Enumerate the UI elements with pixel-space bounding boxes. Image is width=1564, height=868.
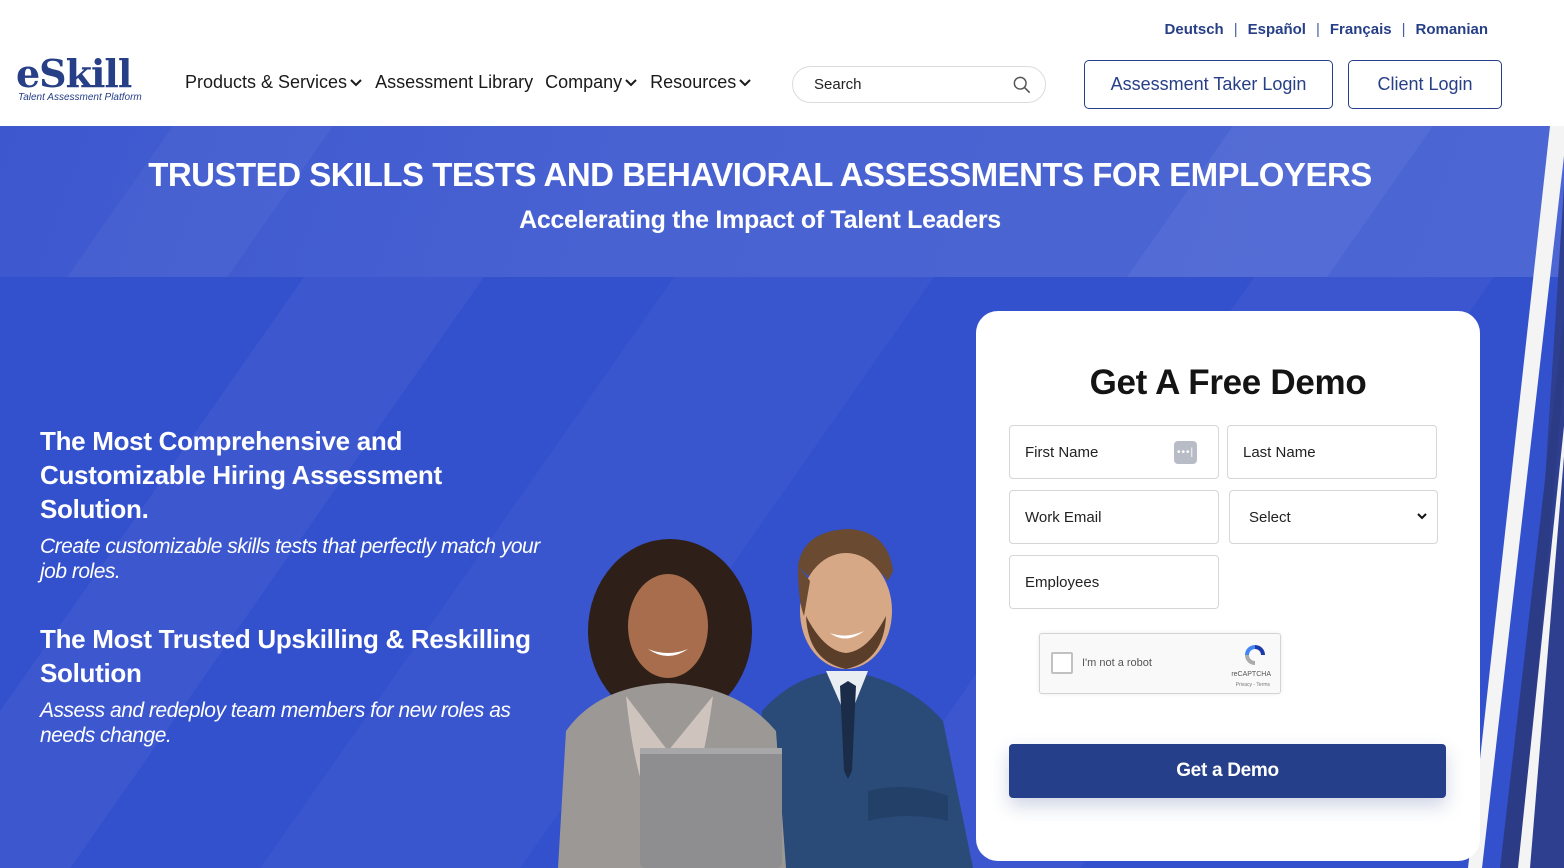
eskill-logo[interactable]: eSkill Talent Assessment Platform (16, 51, 156, 104)
divider: | (1315, 21, 1320, 38)
hero-value-props: The Most Comprehensive and Customizable … (40, 424, 540, 748)
client-login-button[interactable]: Client Login (1348, 60, 1502, 109)
chevron-down-icon (350, 78, 362, 86)
value-prop-heading: The Most Comprehensive and Customizable … (40, 426, 442, 524)
nav-label: Company (545, 72, 623, 92)
select-field: Select (1229, 490, 1438, 544)
employees-input[interactable] (1025, 573, 1218, 591)
value-prop-text: Assess and redeploy team members for new… (40, 699, 511, 747)
divider: | (1401, 21, 1406, 38)
professionals-photo (558, 529, 973, 868)
hero-title: TRUSTED SKILLS TESTS AND BEHAVIORAL ASSE… (148, 156, 1372, 193)
assessment-taker-login-button[interactable]: Assessment Taker Login (1084, 60, 1333, 109)
get-a-demo-button[interactable]: Get a Demo (1009, 744, 1446, 798)
last-name-input[interactable] (1243, 443, 1436, 461)
hero-subtitle: Accelerating the Impact of Talent Leader… (519, 206, 1001, 234)
chevron-down-icon (625, 78, 637, 86)
hero-banner: TRUSTED SKILLS TESTS AND BEHAVIORAL ASSE… (0, 126, 1564, 277)
value-prop-heading: The Most Trusted Upskilling & Reskilling… (40, 624, 531, 688)
background-stripe (67, 126, 333, 277)
employees-field (1009, 555, 1219, 609)
man-figure (758, 529, 973, 868)
first-name-field: •••| (1009, 425, 1219, 479)
value-prop-text: Create customizable skills tests that pe… (40, 535, 540, 583)
nav-label: Resources (650, 72, 737, 92)
value-prop-hiring: The Most Comprehensive and Customizable … (40, 424, 540, 584)
recaptcha-privacy-terms[interactable]: Privacy - Terms (1236, 682, 1270, 688)
nav-company[interactable]: Company (545, 72, 638, 93)
recaptcha-widget: I'm not a robot reCAPTCHA Privacy - Term… (1039, 633, 1281, 694)
logo-wordmark: eSkill (16, 51, 132, 96)
chevron-down-icon (739, 78, 751, 86)
demo-request-form: Get A Free Demo •••| Select I'm not a ro… (976, 311, 1480, 861)
search-icon[interactable] (1013, 75, 1031, 95)
nav-assessment-library[interactable]: Assessment Library (375, 72, 533, 93)
search-box (792, 66, 1046, 103)
logo-tagline: Talent Assessment Platform (18, 92, 142, 103)
recaptcha-icon (1240, 642, 1270, 673)
lang-link-romanian[interactable]: Romanian (1415, 21, 1488, 38)
nav-label: Products & Services (185, 72, 348, 92)
recaptcha-label: I'm not a robot (1082, 657, 1152, 669)
recaptcha-checkbox[interactable] (1051, 652, 1073, 674)
work-email-field (1009, 490, 1219, 544)
hero-section: TRUSTED SKILLS TESTS AND BEHAVIORAL ASSE… (0, 126, 1564, 868)
lang-link-espanol[interactable]: Español (1248, 21, 1306, 38)
recaptcha-brand: reCAPTCHA (1231, 671, 1271, 678)
divider: | (1233, 21, 1238, 38)
form-title: Get A Free Demo (1089, 363, 1367, 402)
nav-resources[interactable]: Resources (650, 72, 752, 93)
woman-figure (558, 539, 786, 868)
password-manager-icon[interactable]: •••| (1174, 441, 1197, 464)
lang-link-deutsch[interactable]: Deutsch (1165, 21, 1224, 38)
last-name-field (1227, 425, 1437, 479)
language-selector: Deutsch | Español | Français | Romanian (1165, 21, 1488, 38)
site-header: eSkill Talent Assessment Platform Deutsc… (0, 0, 1564, 126)
main-nav: Products & Services Assessment Library C… (185, 72, 764, 93)
category-select[interactable]: Select (1245, 508, 1437, 526)
value-prop-upskilling: The Most Trusted Upskilling & Reskilling… (40, 622, 540, 748)
work-email-input[interactable] (1025, 508, 1218, 526)
search-input[interactable] (814, 76, 1013, 93)
lang-link-francais[interactable]: Français (1330, 21, 1392, 38)
nav-products-services[interactable]: Products & Services (185, 72, 363, 93)
nav-label: Assessment Library (375, 72, 534, 92)
